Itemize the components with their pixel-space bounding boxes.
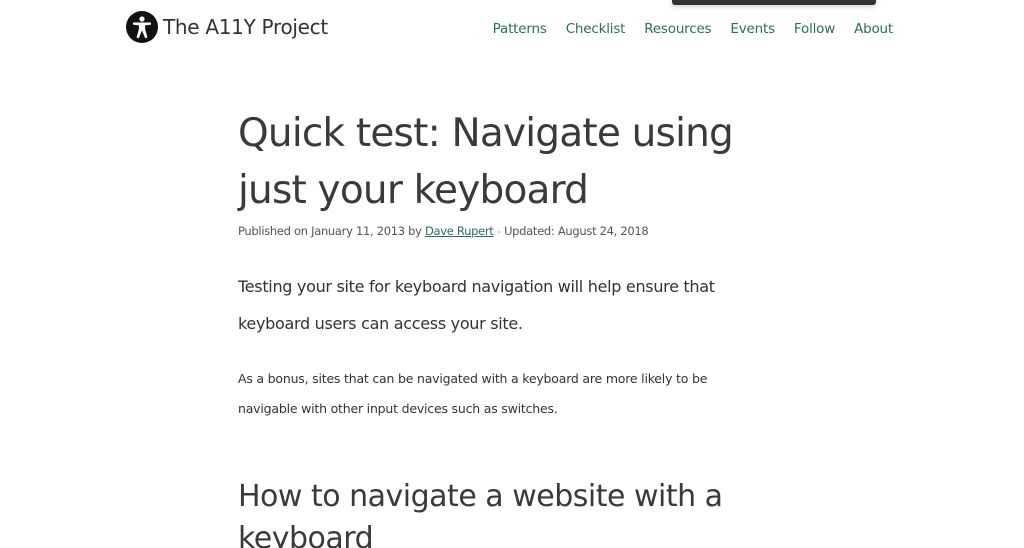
author-link[interactable]: Dave Rupert: [425, 224, 494, 238]
nav-link-about[interactable]: About: [854, 21, 893, 37]
updated-date: Updated: August 24, 2018: [504, 224, 649, 238]
nav-link-events[interactable]: Events: [730, 21, 775, 37]
article: Quick test: Navigate using just your key…: [238, 105, 778, 548]
meta-separator: -: [493, 224, 505, 238]
nav-link-resources[interactable]: Resources: [644, 21, 711, 37]
main-nav: Patterns Checklist Resources Events Foll…: [493, 21, 894, 37]
article-lead: Testing your site for keyboard navigatio…: [238, 277, 715, 333]
site-logo-link[interactable]: The A11Y Project: [126, 11, 328, 43]
section-heading: How to navigate a website with a keyboar…: [238, 479, 723, 548]
accessibility-person-icon: [126, 11, 158, 43]
page: The A11Y Project Patterns Checklist Reso…: [0, 0, 1024, 548]
article-paragraph: As a bonus, sites that can be navigated …: [238, 371, 708, 416]
site-header: The A11Y Project Patterns Checklist Reso…: [0, 0, 1024, 60]
article-meta: Published on January 11, 2013 by Dave Ru…: [238, 224, 778, 238]
nav-link-patterns[interactable]: Patterns: [493, 21, 547, 37]
nav-link-checklist[interactable]: Checklist: [566, 21, 626, 37]
nav-link-follow[interactable]: Follow: [794, 21, 835, 37]
article-title: Quick test: Navigate using just your key…: [238, 111, 734, 213]
site-logo-text: The A11Y Project: [163, 15, 328, 39]
published-date: Published on January 11, 2013 by: [238, 224, 425, 238]
